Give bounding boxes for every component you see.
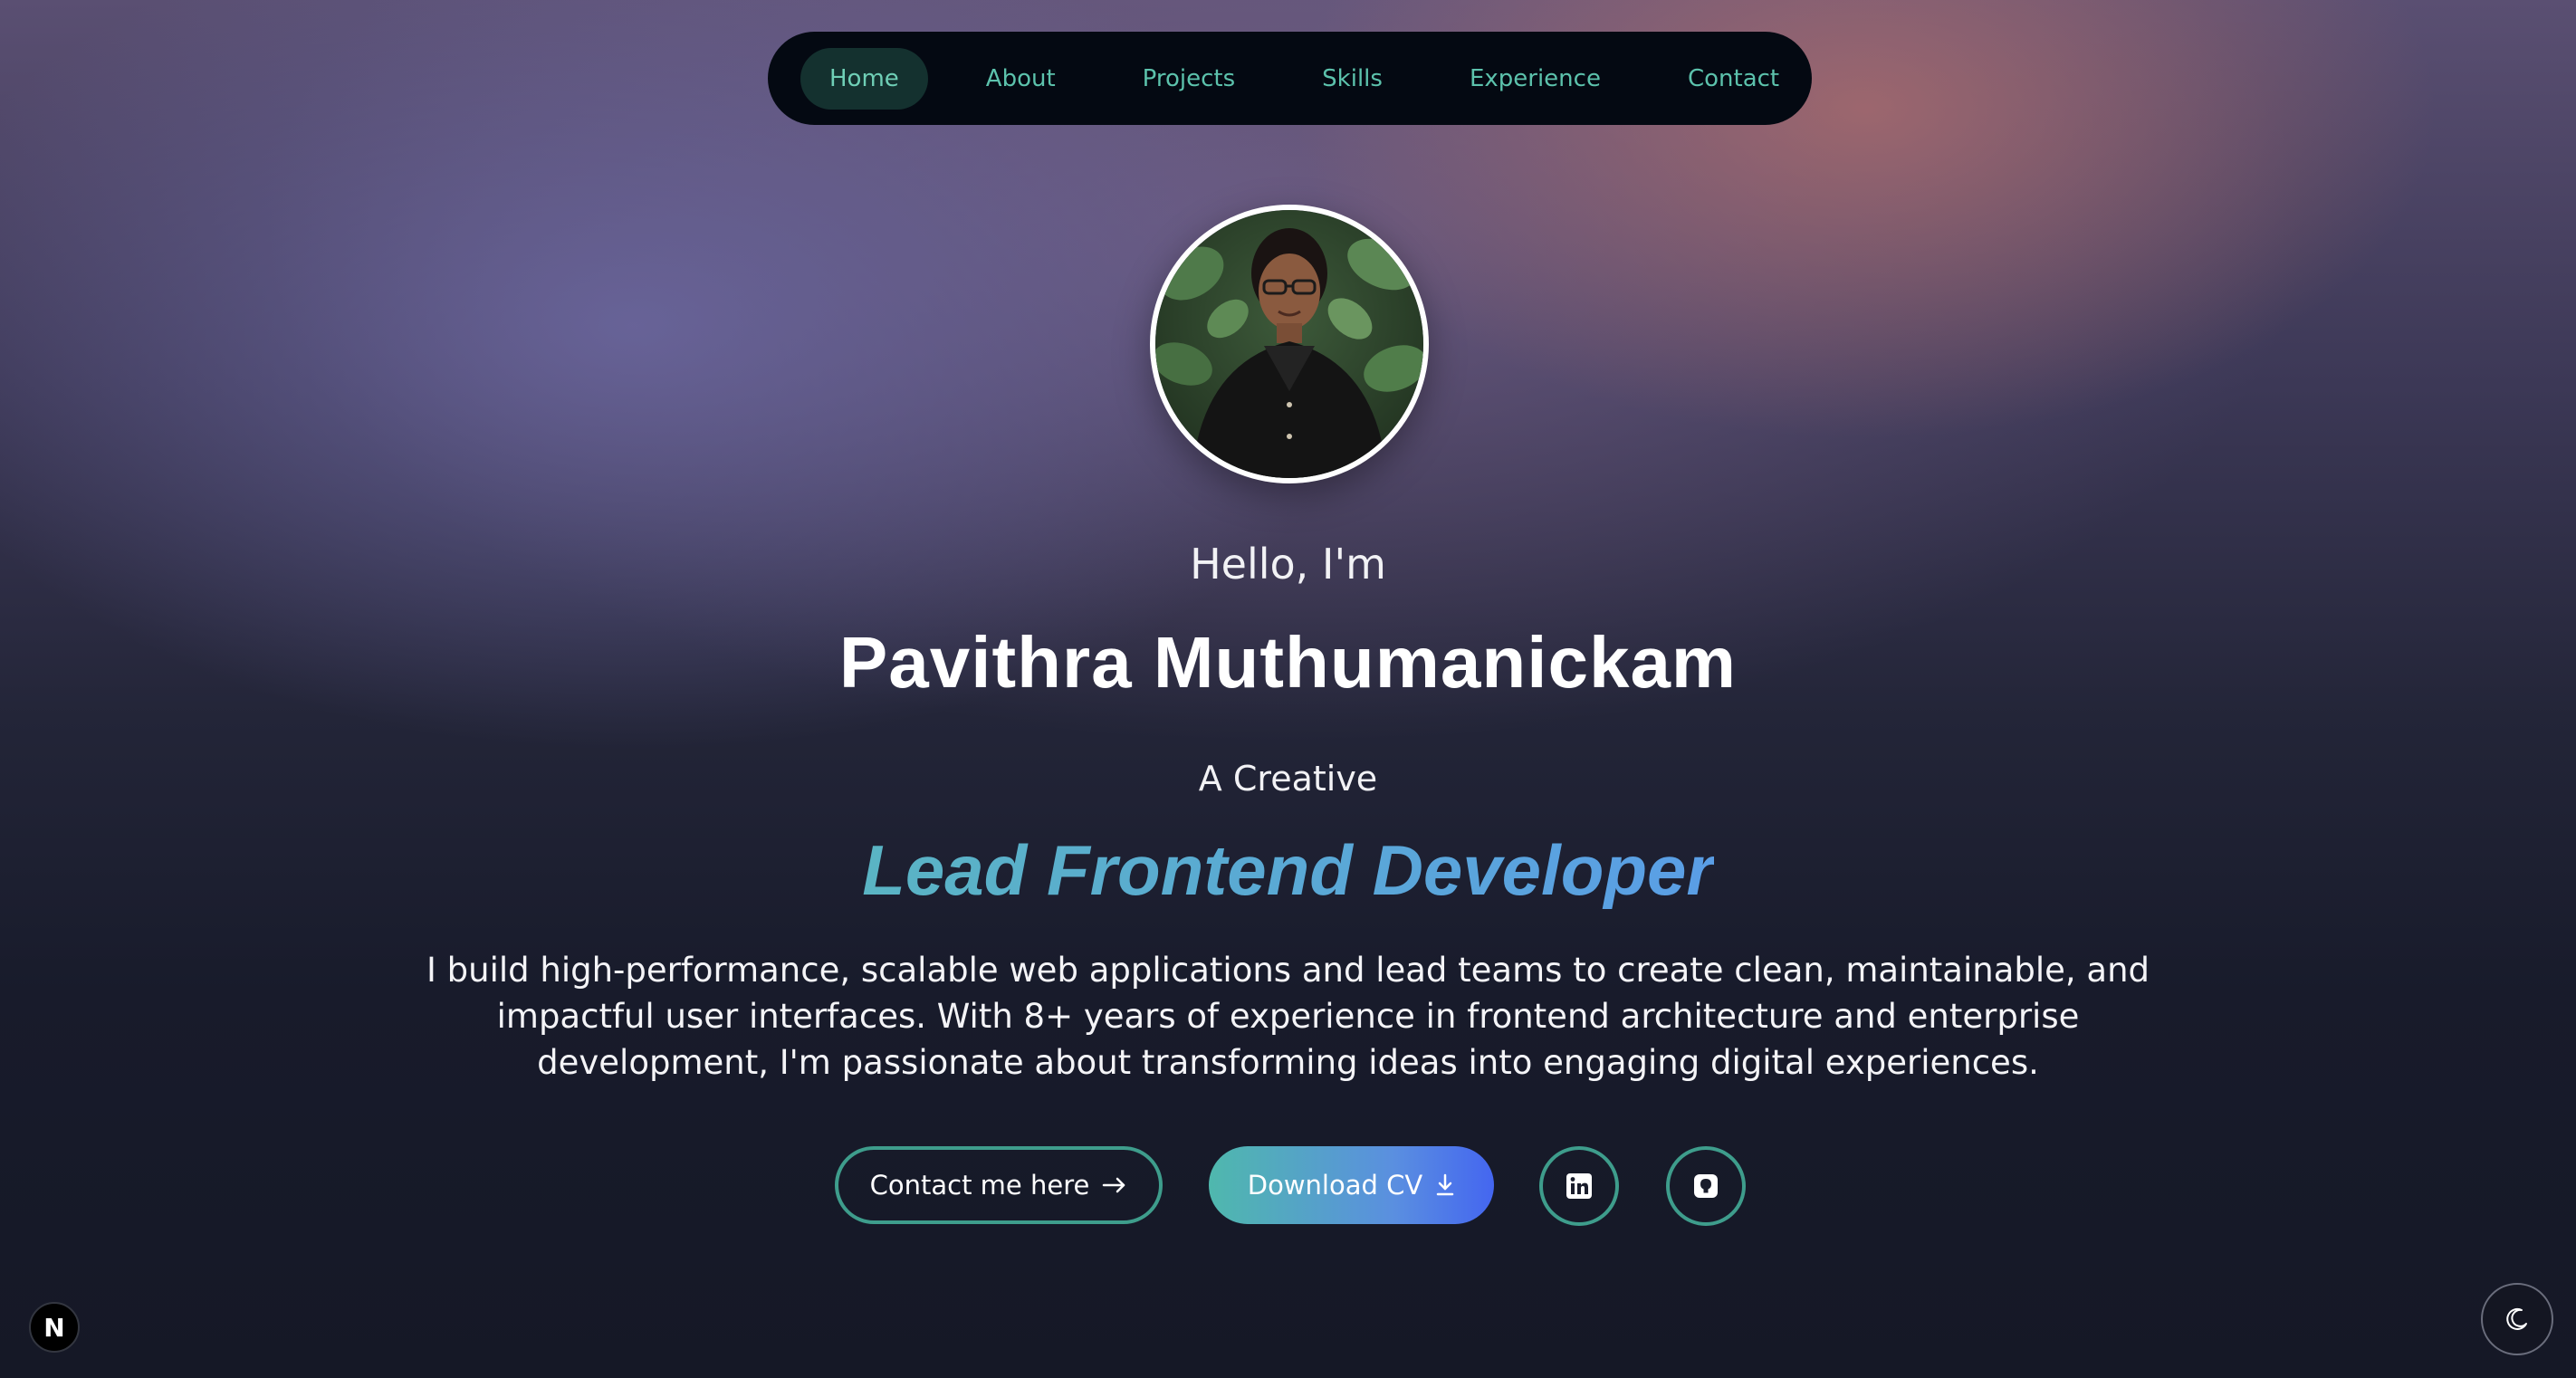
linkedin-button[interactable]: [1539, 1146, 1619, 1226]
contact-button[interactable]: Contact me here: [835, 1146, 1163, 1224]
profile-photo: [1155, 210, 1423, 478]
greeting-text: Hello, I'm: [1190, 540, 1386, 589]
nextjs-dev-indicator[interactable]: N: [29, 1302, 80, 1353]
download-cv-button[interactable]: Download CV: [1209, 1146, 1494, 1224]
tagline-prefix: A Creative: [1198, 759, 1378, 799]
profile-avatar: [1150, 205, 1429, 483]
linkedin-icon: [1566, 1173, 1592, 1199]
arrow-right-icon: [1103, 1177, 1125, 1193]
download-icon: [1436, 1173, 1454, 1196]
github-button[interactable]: [1666, 1146, 1746, 1226]
nav-item-home[interactable]: Home: [800, 47, 928, 110]
nav-item-contact[interactable]: Contact: [1659, 48, 1808, 110]
download-cv-label: Download CV: [1247, 1170, 1423, 1201]
top-navigation: Home About Projects Skills Experience Co…: [768, 32, 1812, 125]
nav-item-about[interactable]: About: [957, 48, 1085, 110]
nav-item-skills[interactable]: Skills: [1293, 48, 1412, 110]
github-icon: [1694, 1174, 1718, 1198]
moon-icon: [2506, 1307, 2527, 1330]
role-title-text: Lead Frontend Developer: [862, 830, 1714, 910]
nav-item-experience[interactable]: Experience: [1441, 48, 1630, 110]
theme-toggle-button[interactable]: [2481, 1283, 2553, 1355]
bio-paragraph: I build high-performance, scalable web a…: [426, 951, 2150, 1082]
contact-button-label: Contact me here: [869, 1170, 1090, 1201]
hero-actions: Contact me here Download CV: [0, 1146, 2576, 1226]
hero-name: Pavithra Muthumanickam: [838, 622, 1738, 703]
nav-item-projects[interactable]: Projects: [1114, 48, 1265, 110]
role-title: Lead Frontend Developer: [0, 829, 2576, 912]
